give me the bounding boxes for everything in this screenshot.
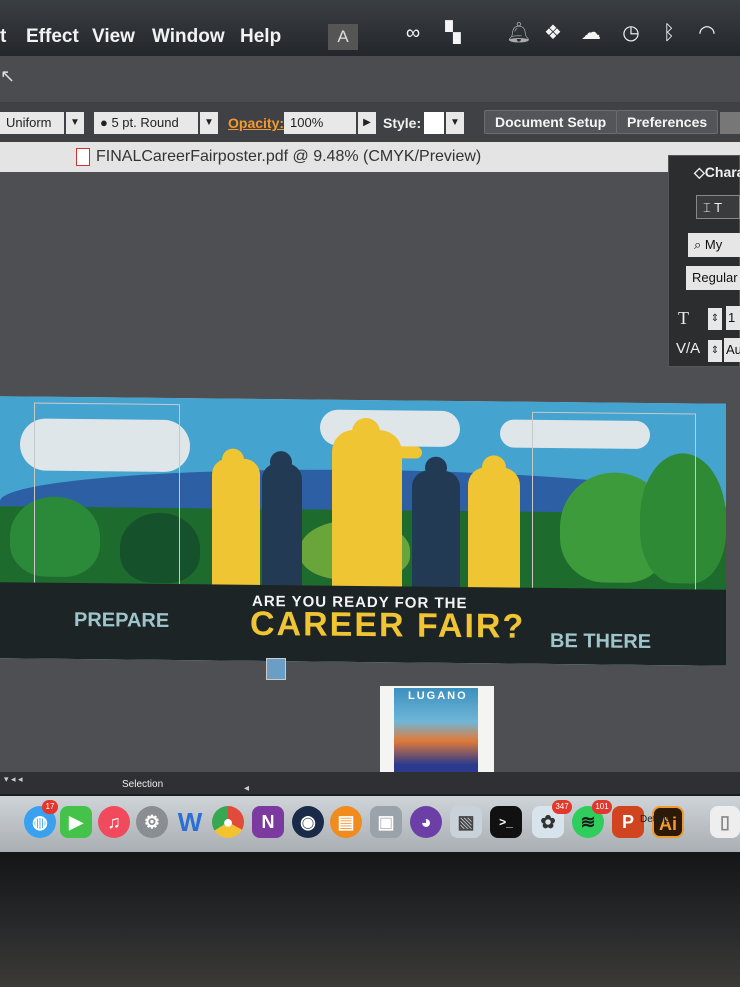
toolbar-row xyxy=(0,56,740,102)
document-setup-button[interactable]: Document Setup xyxy=(484,110,618,134)
status-nav-arrows[interactable]: ◂ xyxy=(244,783,249,794)
tracking-stepper[interactable]: ⇕ xyxy=(708,340,722,362)
style-dropdown[interactable]: ▼ xyxy=(446,112,464,134)
figure-head xyxy=(482,455,506,480)
document-tab-title[interactable]: FINALCareerFairposter.pdf @ 9.48% (CMYK/… xyxy=(96,148,481,166)
bluetooth-icon[interactable]: ᛒ xyxy=(656,20,682,46)
illustrator-icon[interactable]: A xyxy=(328,24,358,50)
stroke-profile-field[interactable]: Uniform xyxy=(0,112,64,134)
chrome-icon[interactable]: ● xyxy=(212,806,244,838)
word-icon[interactable]: W xyxy=(174,806,206,838)
panel-collapse-icon: ◇ xyxy=(694,164,705,180)
menu-item-effect[interactable]: Effect xyxy=(26,26,79,48)
cloud-home-icon[interactable]: ☁ xyxy=(578,20,604,46)
brush-dropdown[interactable]: ▼ xyxy=(200,112,218,134)
cursor-icon: ↖ xyxy=(0,66,16,86)
clock-icon[interactable]: ◷ xyxy=(618,20,644,46)
prepare-label: PREPARE xyxy=(74,608,170,632)
figure-head xyxy=(352,417,380,447)
lugano-artwork xyxy=(394,688,478,784)
menu-item-window[interactable]: Window xyxy=(152,26,225,48)
wifi-icon[interactable]: ◠ xyxy=(694,20,720,46)
status-arrows[interactable]: ▾ ◂ ◂ xyxy=(4,774,23,785)
touch-type-tool[interactable]: ⌶ T xyxy=(696,195,740,219)
menu-item-edit[interactable]: t xyxy=(0,26,6,48)
stroke-profile-dropdown[interactable]: ▼ xyxy=(66,112,84,134)
tracking-input[interactable]: Au xyxy=(724,338,740,362)
lugano-thumbnail[interactable]: LUGANO xyxy=(380,686,494,786)
facetime-icon[interactable]: ▶ xyxy=(60,806,92,838)
font-style-field[interactable]: Regular xyxy=(686,266,740,290)
status-bar xyxy=(0,772,740,794)
system-preferences-icon[interactable]: ⚙ xyxy=(136,806,168,838)
figure-head xyxy=(222,448,244,471)
terminal-icon[interactable]: >_ xyxy=(490,806,522,838)
opacity-arrow[interactable]: ▶ xyxy=(358,112,376,134)
figure-suit xyxy=(212,458,260,587)
font-size-input[interactable]: 1 xyxy=(726,306,740,330)
monitor-bezel xyxy=(0,852,740,987)
style-swatch[interactable] xyxy=(424,112,444,134)
character-panel-title[interactable]: ◇Chara xyxy=(694,164,740,181)
figure-woman-yellow xyxy=(468,467,520,594)
opacity-label[interactable]: Opacity: xyxy=(228,115,284,131)
details-label: Details xyxy=(640,814,671,825)
text-frame-left xyxy=(34,402,180,607)
lugano-title: LUGANO xyxy=(408,690,468,702)
font-search-field[interactable]: ⌕ My xyxy=(688,233,740,257)
bell-icon[interactable]: 🔔︎ xyxy=(506,20,532,46)
tracking-icon: V/A xyxy=(676,340,701,357)
figure-head xyxy=(270,451,292,474)
figure-head xyxy=(425,456,447,479)
dropbox-icon[interactable]: ❖ xyxy=(540,20,566,46)
brush-label: 5 pt. Round xyxy=(111,115,179,130)
steam-icon[interactable]: ◉ xyxy=(292,806,324,838)
pdf-file-icon xyxy=(76,148,90,166)
photos-badge: 347 xyxy=(552,800,572,814)
figure-arm xyxy=(380,446,422,459)
documents-icon[interactable]: ▯ xyxy=(710,806,740,838)
figure-woman xyxy=(262,462,302,592)
font-size-icon: T xyxy=(678,308,689,328)
preview-icon[interactable]: ▧ xyxy=(450,806,482,838)
ibooks-icon[interactable]: ▤ xyxy=(330,806,362,838)
messages-badge: 17 xyxy=(42,800,58,814)
itunes-icon[interactable]: ♫ xyxy=(98,806,130,838)
menu-item-help[interactable]: Help xyxy=(240,26,281,48)
font-size-stepper[interactable]: ⇕ xyxy=(708,308,722,330)
linked-image-icon[interactable] xyxy=(266,658,286,680)
grid-icon[interactable]: ▚ xyxy=(440,20,466,46)
spotify-badge: 101 xyxy=(592,800,612,814)
brush-field[interactable]: ● 5 pt. Round xyxy=(94,112,198,134)
creative-cloud-icon[interactable]: ∞ xyxy=(400,20,426,46)
be-there-label: BE THERE xyxy=(550,629,652,654)
brush-dot-icon: ● xyxy=(100,115,112,130)
arrange-icon[interactable] xyxy=(720,112,740,134)
career-fair-poster[interactable]: PREPARE ARE YOU READY FOR THE CAREER FAI… xyxy=(0,396,726,666)
character-panel xyxy=(668,155,740,367)
headline-large: CAREER FAIR? xyxy=(250,604,526,646)
onenote-icon[interactable]: N xyxy=(252,806,284,838)
figure-businessman xyxy=(412,470,460,594)
menu-item-view[interactable]: View xyxy=(92,26,135,48)
github-icon[interactable]: ◕ xyxy=(410,806,442,838)
current-tool-label: Selection xyxy=(122,779,164,790)
installer-icon[interactable]: ▣ xyxy=(370,806,402,838)
style-label: Style: xyxy=(383,115,422,131)
preferences-button[interactable]: Preferences xyxy=(616,110,719,134)
opacity-input[interactable]: 100% xyxy=(284,112,356,134)
